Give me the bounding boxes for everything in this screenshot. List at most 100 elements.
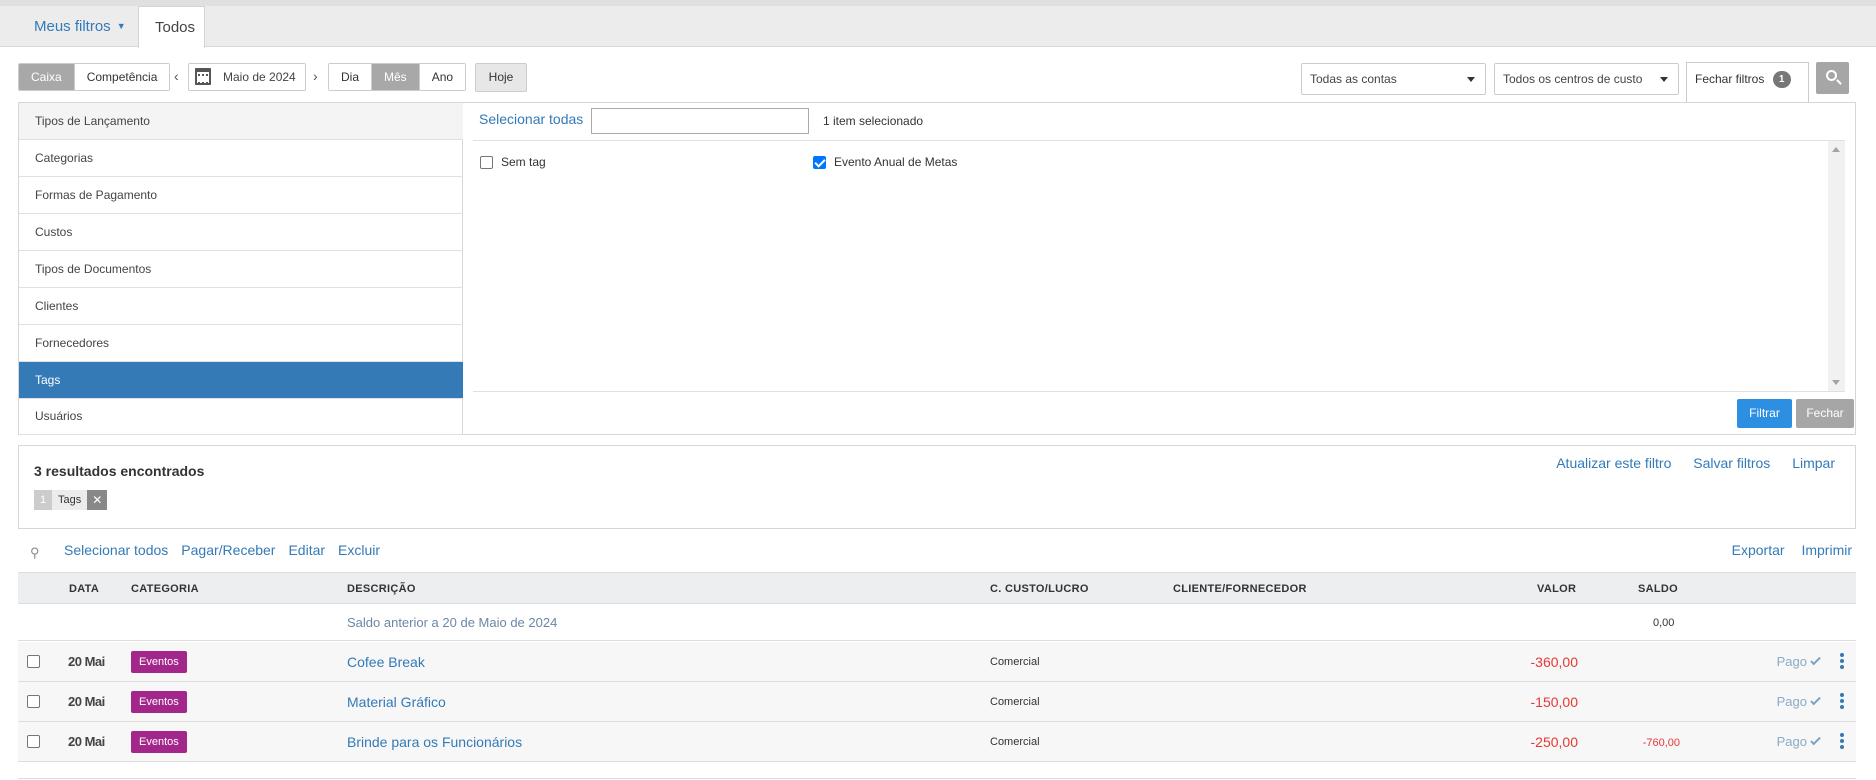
edit-link[interactable]: Editar [288,542,325,558]
close-icon[interactable]: ✕ [87,490,108,510]
row-description-link[interactable]: Cofee Break [347,654,425,670]
row-description-link[interactable]: Material Gráfico [347,694,446,710]
row-checkbox[interactable] [27,735,40,748]
filter-menu-item-usuarios[interactable]: Usuários [19,398,463,435]
filter-menu-item-tipos-lancamento[interactable]: Tipos de Lançamento [19,103,463,140]
tab-todos[interactable]: Todos [138,6,205,48]
accounts-select[interactable]: Todas as contas [1301,63,1486,95]
more-options-icon[interactable] [1840,733,1844,749]
filter-count-badge: 1 [1772,71,1791,88]
table-row[interactable]: 20 Mai Eventos Brinde para os Funcionári… [18,722,1856,762]
chip-count: 1 [34,490,52,510]
previous-balance-value: 0,00 [1653,617,1675,629]
caret-down-icon [1467,77,1475,82]
tag-option-label: Evento Anual de Metas [834,155,958,169]
save-filters-link[interactable]: Salvar filtros [1693,455,1770,471]
link-icon[interactable]: ⚲ [30,545,40,560]
table-header: DATA CATEGORIA DESCRIÇÃO C. CUSTO/LUCRO … [18,572,1856,604]
category-badge: Eventos [131,651,187,673]
filter-tabs-bar: Meus filtros ▼ Todos [0,0,1876,48]
header-value[interactable]: VALOR [1537,583,1576,595]
close-button[interactable]: Fechar [1796,399,1854,428]
tag-option-evento-anual[interactable]: Evento Anual de Metas [813,155,957,169]
header-client[interactable]: CLIENTE/FORNECEDOR [1173,583,1307,595]
row-checkbox[interactable] [27,655,40,668]
selected-count-label: 1 item selecionado [823,114,924,128]
filter-menu-item-fornecedores[interactable]: Fornecedores [19,325,463,362]
cost-center-select-value: Todos os centros de custo [1503,72,1643,86]
row-description-link[interactable]: Brinde para os Funcionários [347,734,522,750]
search-button[interactable] [1816,62,1849,94]
check-icon [1810,654,1821,666]
tab-meus-filtros[interactable]: Meus filtros ▼ [18,6,142,47]
filter-button[interactable]: Filtrar [1737,399,1792,428]
filter-menu-item-tipos-documentos[interactable]: Tipos de Documentos [19,251,463,288]
pay-receive-link[interactable]: Pagar/Receber [181,542,275,558]
row-cost-center: Comercial [990,696,1040,708]
tag-search-input[interactable] [591,108,809,134]
scroll-up-icon[interactable] [1832,147,1840,152]
more-options-icon[interactable] [1840,693,1844,709]
granularity-dia-button[interactable]: Dia [329,64,373,90]
regime-toggle: Caixa Competência [18,63,171,91]
granularity-ano-button[interactable]: Ano [419,64,466,90]
results-summary: 3 resultados encontrados Atualizar este … [18,445,1856,529]
row-date: 20 Mai [68,654,105,669]
tag-option-sem-tag[interactable]: Sem tag [480,155,546,169]
delete-link[interactable]: Excluir [338,542,380,558]
row-value: -250,00 [1530,734,1578,750]
header-description[interactable]: DESCRIÇÃO [347,583,416,595]
search-icon [1826,70,1837,81]
filter-menu-item-clientes[interactable]: Clientes [19,288,463,325]
active-filter-chip: 1 Tags ✕ [34,490,108,510]
row-cost-center: Comercial [990,656,1040,668]
filter-menu-item-categorias[interactable]: Categorias [19,140,463,177]
update-filter-link[interactable]: Atualizar este filtro [1556,455,1671,471]
close-filters-toggle[interactable]: Fechar filtros 1 [1686,62,1809,113]
print-link[interactable]: Imprimir [1801,542,1852,558]
header-cost-center[interactable]: C. CUSTO/LUCRO [990,583,1089,595]
tag-checkbox[interactable] [480,155,493,169]
header-date[interactable]: DATA [69,583,99,595]
filter-menu-item-custos[interactable]: Custos [19,214,463,251]
regime-competencia-button[interactable]: Competência [74,64,170,90]
period-picker[interactable]: Maio de 2024 [188,63,306,91]
results-actions: Atualizar este filtro Salvar filtros Lim… [1538,455,1835,471]
select-all-link[interactable]: Selecionar todos [64,542,168,558]
granularity-toggle: Dia Mês Ano [328,63,467,91]
row-status[interactable]: Pago [1777,694,1821,709]
today-button[interactable]: Hoje [475,63,527,92]
more-options-icon[interactable] [1840,653,1844,669]
chip-label: Tags [52,490,88,510]
scroll-down-icon[interactable] [1832,380,1840,385]
header-balance[interactable]: SALDO [1638,583,1678,595]
chevron-left-icon[interactable]: ‹ [174,68,179,84]
granularity-mes-button[interactable]: Mês [372,64,420,90]
tag-checkbox[interactable] [813,155,826,169]
caret-down-icon: ▼ [116,21,126,31]
status-label: Pago [1776,654,1807,669]
table-row[interactable]: 20 Mai Eventos Material Gráfico Comercia… [18,682,1856,722]
cost-center-select[interactable]: Todos os centros de custo [1494,63,1679,95]
select-all-tags-link[interactable]: Selecionar todas [479,111,583,127]
chevron-right-icon[interactable]: › [313,68,318,84]
header-category[interactable]: CATEGORIA [131,583,199,595]
close-filters-label: Fechar filtros [1695,72,1765,86]
tag-options-area: Selecionar todas 1 item selecionado Sem … [465,103,1855,434]
row-checkbox[interactable] [27,695,40,708]
export-link[interactable]: Exportar [1732,542,1785,558]
clear-filters-link[interactable]: Limpar [1792,455,1835,471]
filter-menu-item-formas-pagamento[interactable]: Formas de Pagamento [19,177,463,214]
results-title: 3 resultados encontrados [34,463,205,479]
row-balance: -760,00 [1642,737,1680,749]
divider [18,778,1856,779]
row-status[interactable]: Pago [1776,654,1821,669]
filter-menu-item-tags[interactable]: Tags [19,362,463,399]
regime-caixa-button[interactable]: Caixa [19,64,75,90]
row-status[interactable]: Pago [1777,734,1821,749]
table-row[interactable]: 20 Mai Eventos Cofee Break Comercial -36… [18,642,1856,682]
accounts-select-value: Todas as contas [1310,72,1397,86]
previous-balance-row: Saldo anterior a 20 de Maio de 2024 0,00 [18,605,1856,641]
caret-down-icon [1660,77,1668,82]
scrollbar[interactable] [1828,141,1845,391]
